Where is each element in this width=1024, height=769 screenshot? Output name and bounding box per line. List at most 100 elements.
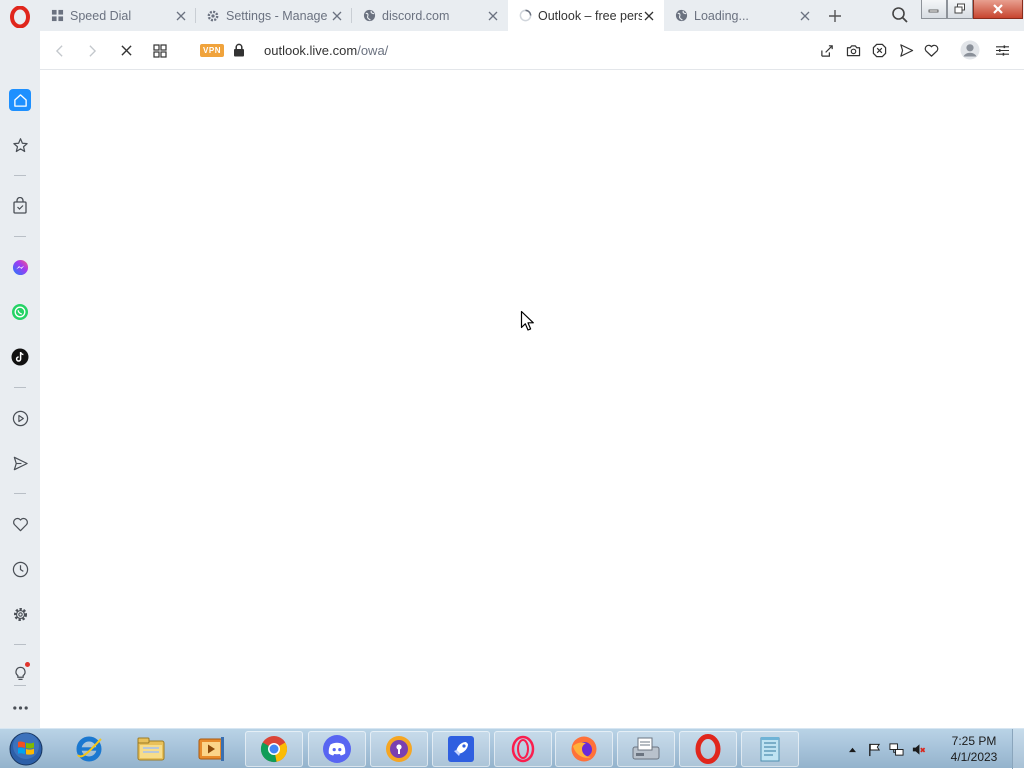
taskbar-file-explorer[interactable]: [122, 731, 180, 767]
close-icon[interactable]: [798, 9, 812, 23]
opera-menu-button[interactable]: [9, 5, 31, 29]
taskbar-discord[interactable]: [308, 731, 366, 767]
notification-dot: [25, 662, 30, 667]
globe-icon: [674, 9, 688, 23]
flag-icon: [868, 743, 880, 756]
tab-title: Outlook – free pers: [538, 8, 642, 23]
my-flow-button[interactable]: [8, 451, 32, 475]
restore-icon: [954, 3, 965, 14]
clock-date: 4/1/2023: [950, 750, 998, 764]
easy-setup-button[interactable]: [994, 42, 1011, 59]
speed-dial-button[interactable]: [8, 133, 32, 157]
close-icon[interactable]: [174, 9, 188, 23]
grid-icon: [50, 9, 64, 23]
tiktok-icon: [11, 348, 29, 366]
show-hidden-icons-button[interactable]: [844, 741, 860, 757]
taskbar-firefox[interactable]: [555, 731, 613, 767]
tiktok-button[interactable]: [8, 345, 32, 369]
messenger-button[interactable]: [8, 255, 32, 279]
windows-taskbar: 7:25 PM 4/1/2023: [0, 728, 1024, 769]
opera-logo-icon: [10, 5, 30, 29]
tab-loading[interactable]: Loading...: [664, 0, 820, 31]
show-desktop-button[interactable]: [1012, 729, 1024, 769]
new-tab-button[interactable]: [826, 7, 843, 24]
settings-button[interactable]: [8, 602, 32, 626]
more-button[interactable]: [8, 696, 32, 720]
globe-icon: [362, 9, 376, 23]
snapshot-button[interactable]: [845, 42, 862, 59]
ad-blocker-button[interactable]: [871, 42, 888, 59]
address-field[interactable]: outlook.live.com/owa/: [264, 43, 388, 58]
minimize-button[interactable]: [921, 0, 947, 19]
window-close-button[interactable]: [973, 0, 1023, 19]
taskbar-opera[interactable]: [679, 731, 737, 767]
tab-speed-dial[interactable]: Speed Dial: [40, 0, 196, 31]
heart-icon: [924, 44, 939, 57]
settings-sliders-icon: [996, 45, 1009, 56]
send-icon: [13, 456, 28, 470]
tab-strip: Speed Dial Settings - Manage discord.com…: [0, 0, 1024, 31]
bookmarks-button[interactable]: [8, 512, 32, 536]
tab-title: Settings - Manage: [226, 8, 328, 23]
start-button[interactable]: [4, 730, 48, 768]
whatsapp-button[interactable]: [8, 300, 32, 324]
taskbar-media-player[interactable]: [182, 731, 240, 767]
tab-overview-button[interactable]: [151, 42, 168, 59]
close-icon[interactable]: [330, 9, 344, 23]
taskbar-password-manager[interactable]: [370, 731, 428, 767]
close-icon[interactable]: [486, 9, 500, 23]
tab-title: discord.com: [382, 8, 450, 23]
windows-start-icon: [9, 732, 43, 766]
forward-button[interactable]: [84, 42, 101, 59]
star-icon: [12, 137, 28, 152]
address-toolbar: VPN outlook.live.com/owa/: [40, 31, 1024, 70]
fax-icon: [632, 737, 660, 760]
search-tabs-button[interactable]: [891, 6, 909, 24]
send-to-flow-button[interactable]: [898, 42, 915, 59]
home-button[interactable]: [9, 89, 31, 111]
close-icon[interactable]: [642, 9, 656, 23]
taskbar-notepad[interactable]: [741, 731, 799, 767]
page-content[interactable]: [40, 70, 1024, 728]
gear-icon: [13, 607, 27, 621]
tab-outlook[interactable]: Outlook – free pers: [508, 0, 664, 31]
minimize-icon: [928, 9, 939, 13]
volume-button[interactable]: [910, 741, 926, 757]
send-icon: [900, 44, 914, 57]
action-center-button[interactable]: [866, 741, 882, 757]
media-player-icon: [198, 737, 224, 761]
snap-edit-button[interactable]: [819, 42, 836, 59]
clock-time: 7:25 PM: [951, 734, 997, 748]
restore-button[interactable]: [947, 0, 973, 19]
tab-settings[interactable]: Settings - Manage: [196, 0, 352, 31]
lock-icon[interactable]: [233, 43, 245, 57]
opera-gx-icon: [511, 735, 535, 763]
taskbar-clock[interactable]: 7:25 PM 4/1/2023: [944, 733, 1004, 765]
shopping-button[interactable]: [8, 194, 32, 218]
shield-icon: [386, 736, 412, 762]
vpn-badge[interactable]: VPN: [200, 44, 224, 57]
tips-button[interactable]: [8, 661, 32, 685]
back-button[interactable]: [51, 42, 68, 59]
taskbar-chrome[interactable]: [245, 731, 303, 767]
chevron-left-icon: [55, 44, 63, 57]
camera-icon: [846, 45, 861, 57]
url-path: /owa/: [357, 43, 389, 58]
tab-discord[interactable]: discord.com: [352, 0, 508, 31]
heart-icon: [12, 517, 28, 531]
network-icon: [888, 742, 904, 756]
bookmark-button[interactable]: [923, 42, 940, 59]
firefox-icon: [571, 736, 597, 762]
taskbar-fax-scan[interactable]: [617, 731, 675, 767]
network-button[interactable]: [888, 741, 904, 757]
stop-loading-button[interactable]: [118, 42, 135, 59]
profile-button[interactable]: [960, 40, 980, 60]
taskbar-opera-gx[interactable]: [494, 731, 552, 767]
taskbar-rocket-app[interactable]: [432, 731, 490, 767]
tab-title: Speed Dial: [70, 8, 132, 23]
taskbar-internet-explorer[interactable]: [60, 731, 118, 767]
player-button[interactable]: [8, 406, 32, 430]
history-button[interactable]: [8, 557, 32, 581]
chevron-right-icon: [89, 44, 97, 57]
home-icon: [13, 93, 27, 107]
